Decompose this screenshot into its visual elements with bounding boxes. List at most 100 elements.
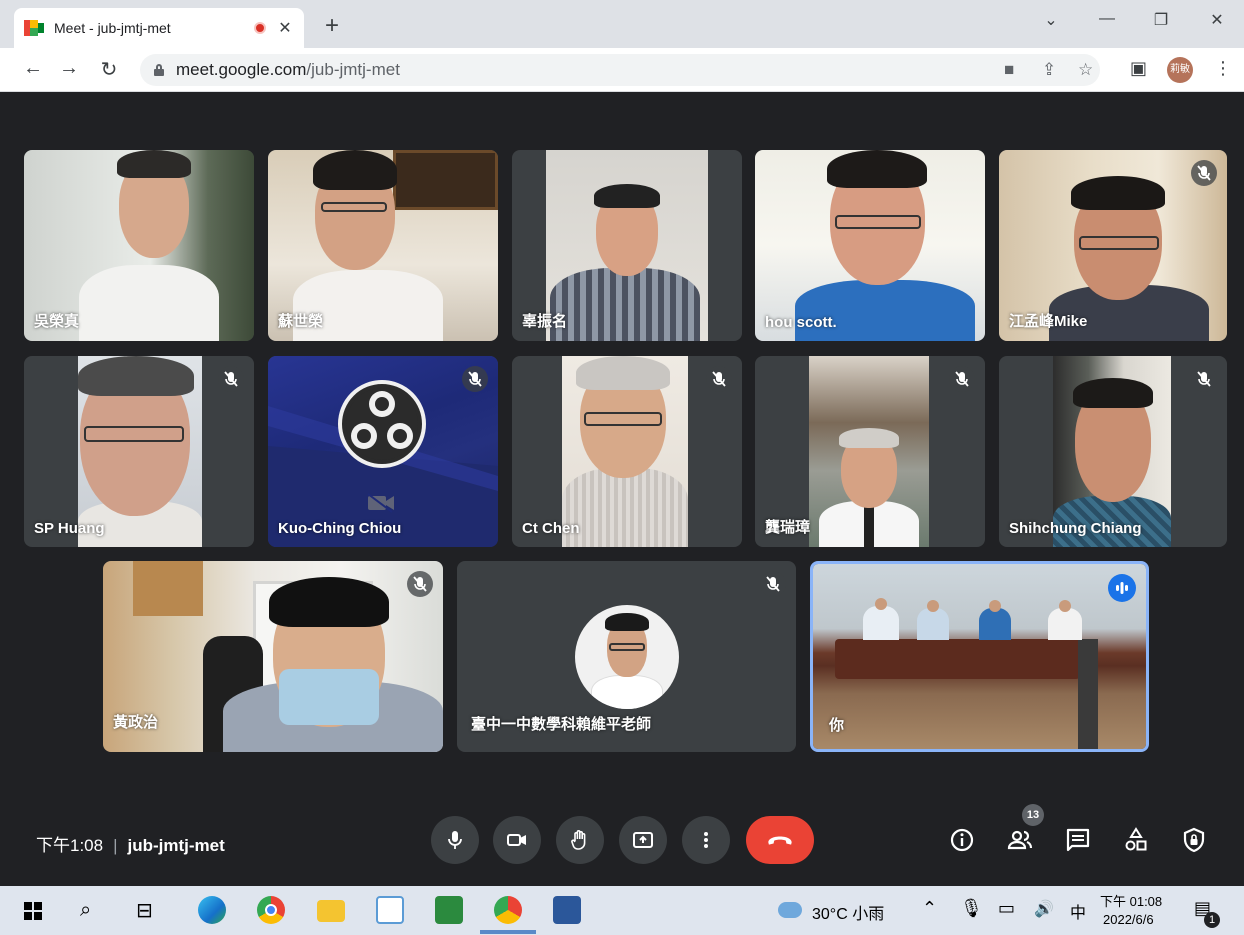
edge-icon[interactable] [198,896,226,924]
participant-figure [785,150,985,341]
more-options-button[interactable] [682,816,730,864]
meeting-code: jub-jmtj-met [127,836,225,855]
participant-tile[interactable]: 蘇世榮 [268,150,498,341]
raise-hand-button[interactable] [556,816,604,864]
activities-shapes-icon [1125,827,1147,851]
profile-avatar[interactable]: 莉敏 [1167,57,1193,83]
address-bar[interactable]: meet.google.com/jub-jmtj-met ■ ⇪ ☆ [140,54,1100,86]
meeting-separator: | [113,836,118,855]
search-icon[interactable]: ⌕ [80,899,91,922]
participant-figure [1053,356,1171,547]
meeting-details-button[interactable] [948,826,976,854]
mic-muted-icon [407,571,433,597]
participant-name: Ct Chen [522,520,580,537]
network-icon[interactable]: ▭ [998,898,1015,919]
activities-button[interactable] [1122,826,1150,854]
participant-figure [223,571,443,752]
active-app-indicator [480,930,536,934]
participant-tile[interactable]: 辜振名 [512,150,742,341]
mic-muted-icon [1191,160,1217,186]
volume-icon[interactable]: 🔊 [1034,899,1054,919]
self-view-tile[interactable]: 你 [810,561,1149,752]
browser-toolbar: ← → ↻ meet.google.com/jub-jmtj-met ■ ⇪ ☆… [0,48,1244,92]
back-arrow-icon[interactable]: ← [20,57,46,80]
chat-button[interactable] [1064,826,1092,854]
lock-icon[interactable] [154,64,164,76]
people-button[interactable] [1006,826,1034,854]
chat-icon [1066,828,1090,852]
url-path: /jub-jmtj-met [306,60,400,79]
close-window-button[interactable]: ✕ [1202,10,1232,30]
weather-cloud-icon[interactable] [778,902,802,918]
participant-tile[interactable]: SP Huang [24,356,254,547]
microphone-icon [448,831,462,849]
camera-icon [507,834,526,846]
people-icon [1007,830,1033,850]
mic-muted-icon [462,366,488,392]
participant-tile[interactable]: Kuo-Ching Chiou [268,356,498,547]
participant-avatar [575,605,679,709]
participant-name: 黃政治 [113,714,159,731]
clock-time[interactable]: 下午 01:08 [1100,891,1162,910]
participant-name: 蘇世榮 [278,313,324,330]
participant-tile[interactable]: 龔瑞璋 [755,356,985,547]
chrome-profile-icon[interactable] [494,896,522,924]
windows-start-icon[interactable] [24,902,42,920]
participant-name: SP Huang [34,520,105,537]
meeting-info: 下午1:08 | jub-jmtj-met [36,831,225,856]
task-view-icon[interactable]: ⊟ [136,898,153,923]
file-explorer-icon[interactable] [317,900,345,922]
participant-tile[interactable]: Ct Chen [512,356,742,547]
minimize-button[interactable]: — [1092,10,1122,28]
obs-logo-icon [338,380,426,468]
menu-kebab-icon[interactable]: ⋮ [1214,58,1232,79]
new-tab-button[interactable]: + [318,12,346,40]
info-icon [950,828,974,852]
participant-name: 你 [829,717,845,734]
chevron-up-icon[interactable]: ⌃ [922,898,937,919]
host-controls-button[interactable] [1180,826,1208,854]
shield-lock-icon [1183,827,1205,853]
microphone-button[interactable] [431,816,479,864]
participant-figure [550,150,700,341]
participant-tile[interactable]: 吳榮真 [24,150,254,341]
mic-muted-icon [949,366,975,392]
photos-app-icon[interactable] [376,896,404,924]
close-tab-button[interactable]: ✕ [276,18,294,38]
participant-tile[interactable]: hou scott. [755,150,985,341]
forward-arrow-icon[interactable]: → [56,57,82,80]
participant-tile[interactable]: Shihchung Chiang [999,356,1227,547]
participant-figure [78,356,202,547]
present-screen-button[interactable] [619,816,667,864]
jr-app-icon[interactable] [435,896,463,924]
participant-name: 吳榮真 [34,313,80,330]
word-icon[interactable] [553,896,581,924]
browser-tab-bar: Meet - jub-jmtj-met ✕ + ⌄ — ❐ ✕ [0,0,1244,48]
tab-search-chevron-icon[interactable]: ⌄ [1036,10,1066,30]
google-meet-icon [24,20,44,36]
browser-tab-meet[interactable]: Meet - jub-jmtj-met ✕ [14,8,304,48]
bookmark-star-icon[interactable]: ☆ [1078,60,1093,80]
participant-tile[interactable]: 黃政治 [103,561,443,752]
tab-title: Meet - jub-jmtj-met [54,20,171,36]
microphone-tray-icon[interactable]: 🎙 [960,898,983,919]
reload-icon[interactable]: ↻ [96,57,122,82]
ime-indicator[interactable]: 中 [1070,899,1086,923]
share-icon[interactable]: ⇪ [1042,60,1056,80]
camera-button[interactable] [493,816,541,864]
participant-name: 臺中一中數學科賴維平老師 [471,716,652,733]
notification-count-badge: 1 [1204,912,1220,928]
speaking-indicator-icon [1108,574,1136,602]
participant-figure [562,356,688,547]
participant-tile[interactable]: 江孟峰Mike [999,150,1227,341]
camera-in-use-icon[interactable]: ■ [1004,60,1014,80]
restore-button[interactable]: ❐ [1146,10,1176,30]
weather-text[interactable]: 30°C 小雨 [812,900,884,924]
chrome-icon[interactable] [257,896,285,924]
participant-tile[interactable]: 臺中一中數學科賴維平老師 [457,561,796,752]
mic-muted-icon [760,571,786,597]
leave-call-button[interactable] [746,816,814,864]
participant-figure [809,356,929,547]
clock-date[interactable]: 2022/6/6 [1103,912,1154,927]
side-panel-icon[interactable]: ▣ [1130,58,1147,79]
